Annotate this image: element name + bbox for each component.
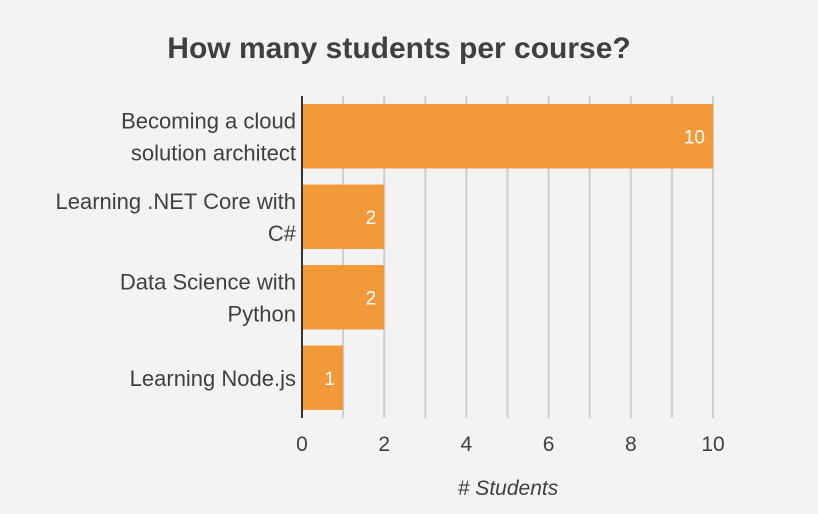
x-tick-label: 8 (625, 433, 637, 456)
x-tick-label: 10 (701, 433, 724, 456)
data-label: 1 (325, 369, 336, 390)
bar (302, 104, 713, 169)
data-label: 10 (684, 127, 705, 148)
x-tick-label: 2 (378, 433, 390, 456)
bar-chart: How many students per course? Becoming a… (56, 32, 725, 500)
x-tick-label: 4 (461, 433, 473, 456)
chart-title: How many students per course? (167, 32, 630, 65)
category-label: Data Science with Python (120, 269, 296, 326)
x-tick-label: 6 (543, 433, 555, 456)
x-tick-labels: 0 2 4 6 8 10 (296, 433, 725, 456)
category-label: Learning Node.js (130, 366, 296, 391)
x-axis-title: # Students (458, 477, 559, 500)
bar (302, 345, 344, 410)
category-label: Becoming a cloud solution architect (121, 108, 296, 165)
category-label: Learning .NET Core with C# (56, 189, 297, 246)
category-labels: Becoming a cloud solution architect Learni… (56, 108, 297, 391)
data-label: 2 (366, 288, 377, 309)
data-label: 2 (366, 208, 377, 229)
x-tick-label: 0 (296, 433, 308, 456)
chart-container: How many students per course? Becoming a… (0, 0, 818, 514)
